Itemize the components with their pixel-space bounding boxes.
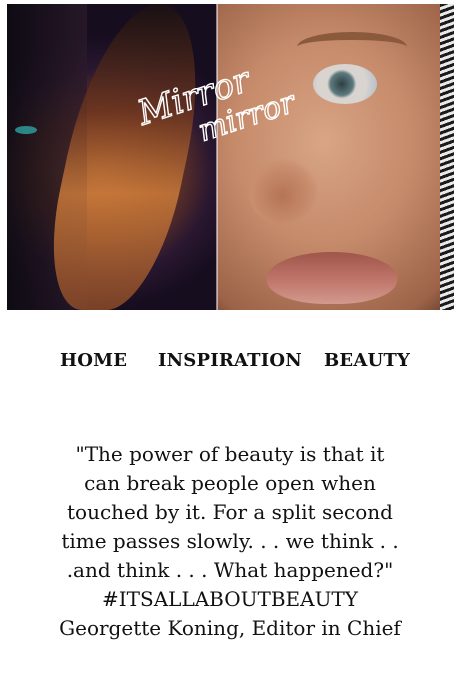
hero-face-nose: [247, 154, 317, 224]
mirror-mirror-logo: Mirror mirror: [132, 59, 302, 146]
hero-banner: Mirror mirror: [7, 4, 454, 310]
hero-face-lips: [267, 252, 397, 304]
nav-item-home[interactable]: HOME: [60, 350, 127, 371]
hero-face-hair: [440, 4, 454, 310]
quote-line: .and think . . . What happened?": [66, 558, 394, 582]
quote-hashtag: #ITSALLABOUTBEAUTY: [102, 587, 358, 611]
quote-line: can break people open when: [84, 471, 376, 495]
hero-image-left-glitter: [15, 126, 37, 134]
quote-line: "The power of beauty is that it: [75, 442, 385, 466]
main-navigation: HOME INSPIRATION BEAUTY: [0, 350, 460, 380]
quote-line: touched by it. For a split second: [67, 500, 393, 524]
quote-attribution: Georgette Koning, Editor in Chief: [59, 616, 401, 640]
nav-item-beauty[interactable]: BEAUTY: [324, 350, 410, 371]
nav-item-inspiration[interactable]: INSPIRATION: [158, 350, 302, 371]
quote-line: time passes slowly. . . we think . .: [61, 529, 399, 553]
editor-quote: "The power of beauty is that it can brea…: [50, 440, 410, 643]
